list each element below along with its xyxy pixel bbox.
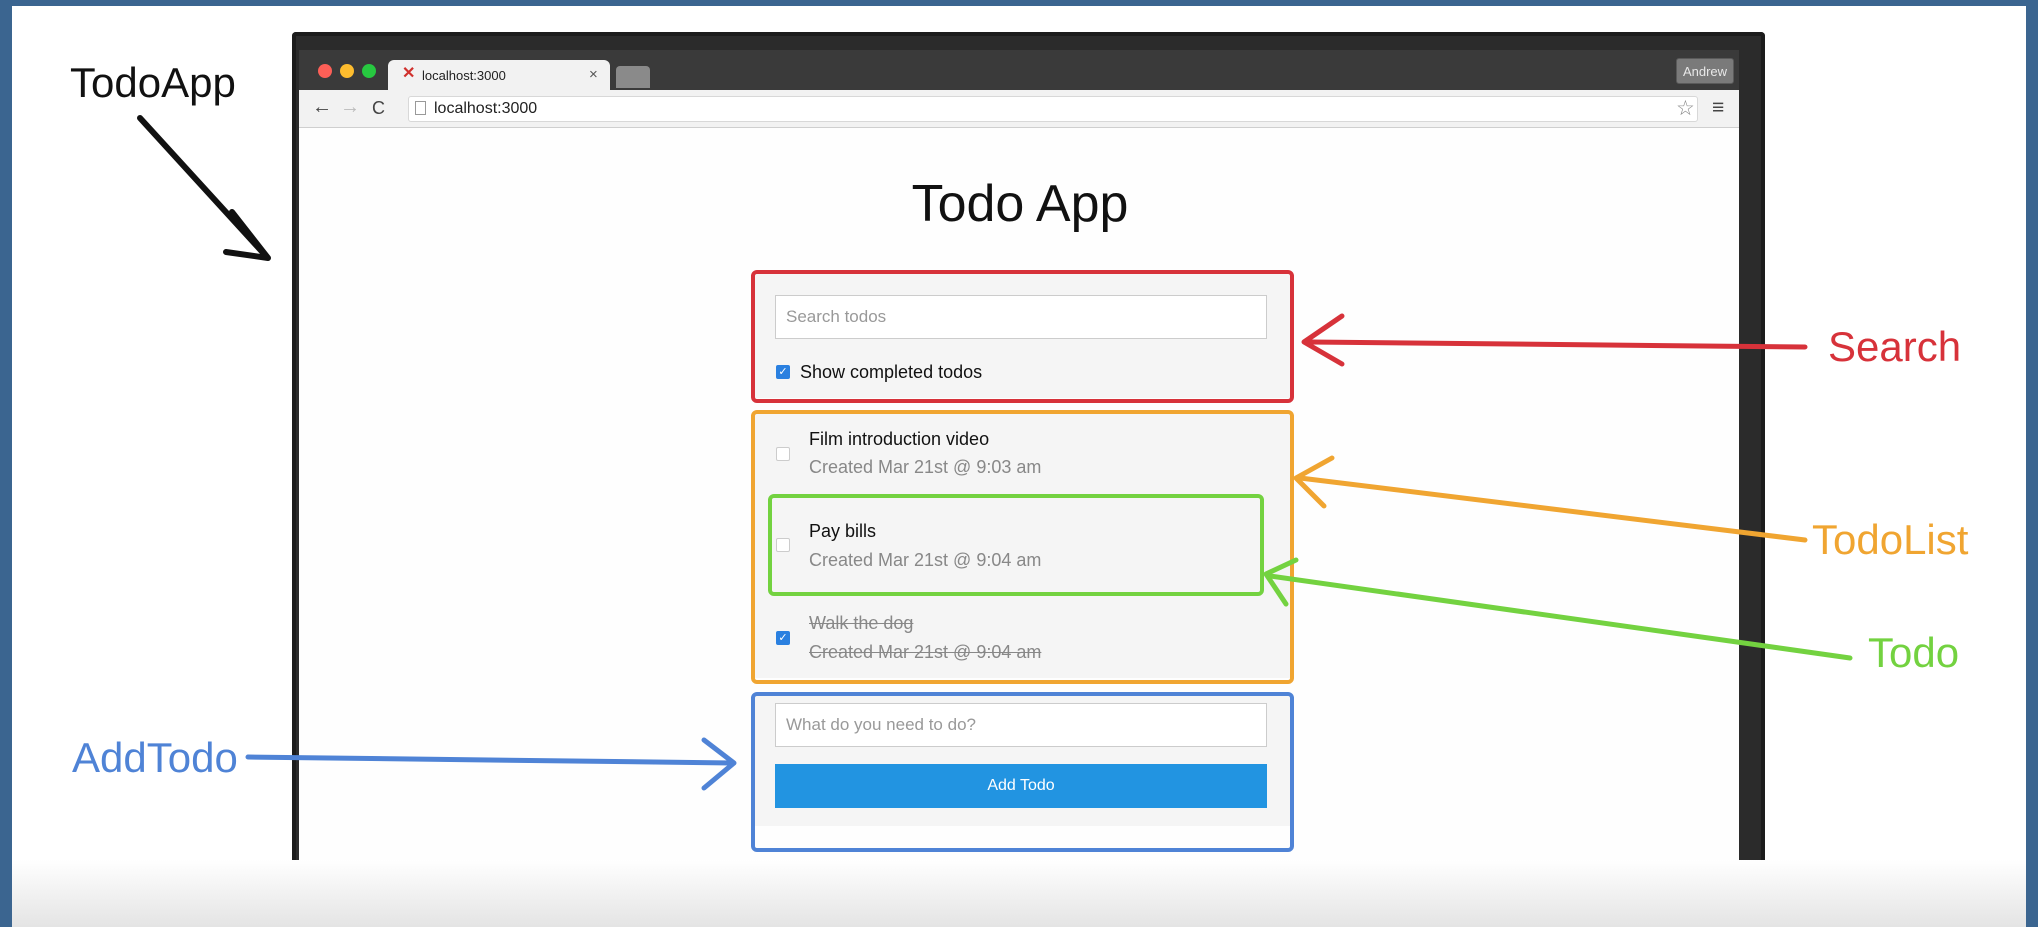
- todo-arrow: [1267, 573, 1853, 661]
- annotation-arrows: [137, 115, 1853, 791]
- annotation-addtodo: AddTodo: [72, 734, 238, 781]
- annotation-todolist: TodoList: [1812, 516, 1969, 563]
- todo-arrowhead: [1263, 557, 1299, 607]
- search-arrow: [1307, 339, 1808, 350]
- todolist-arrow: [1297, 475, 1808, 543]
- addtodo-arrow: [245, 754, 735, 766]
- annotation-search: Search: [1828, 323, 1962, 370]
- annotation-todoapp: TodoApp: [70, 59, 236, 106]
- annotation-todo: Todo: [1868, 629, 1960, 676]
